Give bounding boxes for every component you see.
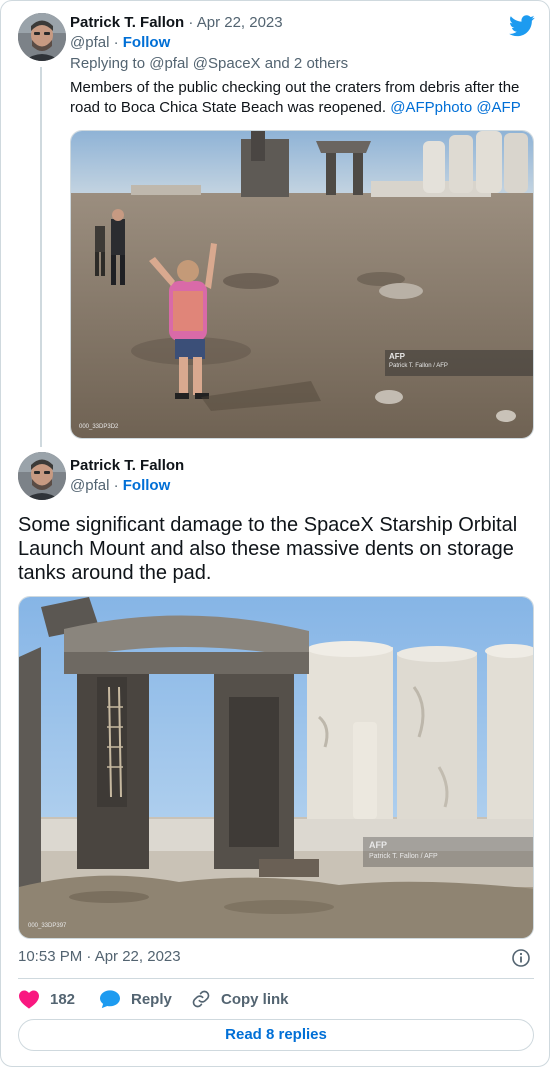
tweet-date[interactable]: Apr 22, 2023: [197, 14, 283, 31]
follow-button[interactable]: Follow: [123, 34, 171, 51]
heart-icon: [19, 990, 39, 1009]
copy-link-button[interactable]: Copy link: [191, 987, 289, 1011]
separator-dot: ·: [113, 34, 119, 51]
copy-link-label: Copy link: [221, 990, 289, 1008]
info-icon[interactable]: [511, 948, 531, 968]
afp-watermark: AFP: [369, 840, 387, 850]
follow-button[interactable]: Follow: [123, 477, 171, 494]
replying-to-label: Replying to: [70, 55, 146, 72]
like-count: 182: [50, 990, 76, 1008]
author-name[interactable]: Patrick T. Fallon: [70, 14, 184, 31]
divider: [18, 978, 534, 979]
author-handle[interactable]: @pfal: [70, 34, 109, 51]
thread-connector-line: [40, 67, 42, 447]
reply-mentions[interactable]: @pfal @SpaceX: [149, 55, 260, 72]
tweet-mention-links[interactable]: @AFPphoto @AFP: [390, 99, 521, 116]
author-name[interactable]: Patrick T. Fallon: [70, 457, 184, 474]
tweet-photo[interactable]: AFP Patrick T. Fallon / AFP 000_33DP397: [18, 596, 534, 939]
avatar[interactable]: [18, 13, 66, 61]
separator-dot: ·: [113, 477, 119, 494]
link-icon: [192, 990, 210, 1008]
read-replies-button[interactable]: Read 8 replies: [18, 1019, 534, 1051]
replying-to-line: Replying to @pfal @SpaceX and 2 others: [70, 54, 348, 74]
author-handle[interactable]: @pfal: [70, 477, 109, 494]
reply-others[interactable]: and 2 others: [265, 55, 348, 72]
tweet-photo[interactable]: AFP Patrick T. Fallon / AFP 000_33DP3D2: [70, 130, 534, 439]
tweet-timestamp[interactable]: 10:53 PM · Apr 22, 2023: [18, 947, 181, 967]
reply-label: Reply: [131, 990, 172, 1008]
tweet-text: Members of the public checking out the c…: [70, 78, 530, 118]
separator-dot: ·: [188, 14, 194, 31]
photo-id-text: 000_33DP397: [28, 923, 67, 929]
afp-watermark: AFP: [389, 352, 405, 361]
photo-credit-text: Patrick T. Fallon / AFP: [369, 853, 438, 860]
photo-credit-overlay: AFP Patrick T. Fallon / AFP: [363, 837, 533, 867]
avatar[interactable]: [18, 452, 66, 500]
speech-bubble-icon: [100, 990, 120, 1009]
reply-button[interactable]: Reply: [99, 987, 172, 1011]
like-button[interactable]: 182: [18, 987, 75, 1011]
photo-credit-overlay: AFP Patrick T. Fallon / AFP: [385, 350, 533, 376]
photo-id-text: 000_33DP3D2: [79, 424, 119, 430]
photo-credit-text: Patrick T. Fallon / AFP: [389, 363, 448, 369]
embedded-tweet-card: Patrick T. Fallon · Apr 22, 2023 @pfal ·…: [0, 0, 550, 1067]
twitter-bird-icon[interactable]: [509, 15, 535, 37]
tweet-text: Some significant damage to the SpaceX St…: [18, 514, 518, 584]
